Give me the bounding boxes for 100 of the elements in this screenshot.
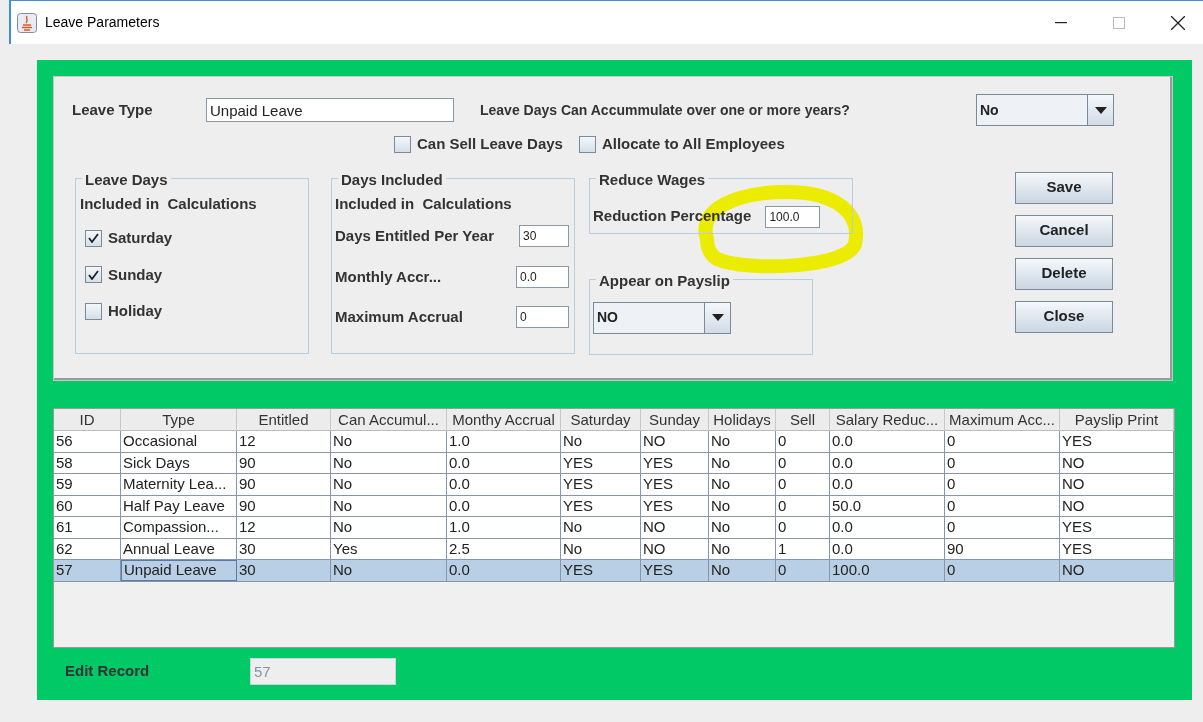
table-cell: YES bbox=[561, 495, 641, 516]
table-cell: 0 bbox=[776, 452, 830, 473]
table-cell: NO bbox=[1060, 495, 1174, 516]
input-field[interactable]: 100.0 bbox=[765, 205, 821, 228]
table-cell: YES bbox=[561, 452, 641, 473]
table-row[interactable]: 60 Half Pay Leave 90 No 0.0 YES YES No 0 50.0 0 NO bbox=[54, 495, 1174, 517]
table-cell: 0 bbox=[776, 517, 830, 538]
table-cell: YES bbox=[641, 560, 709, 581]
table-cell: YES bbox=[641, 452, 709, 473]
table-cell: 0 bbox=[945, 560, 1060, 581]
table-cell: No bbox=[709, 474, 776, 495]
input-field[interactable]: Unpaid Leave bbox=[206, 98, 454, 122]
table-cell: NO bbox=[641, 431, 709, 452]
field-label: Leave Type bbox=[72, 99, 154, 120]
table-cell: No bbox=[331, 474, 447, 495]
action-button[interactable]: Delete bbox=[1015, 257, 1113, 290]
group-subtitle: Included in Calculations bbox=[80, 193, 258, 214]
table-cell: NO bbox=[1060, 560, 1174, 581]
group-subtitle: Included in Calculations bbox=[335, 193, 513, 214]
checkbox[interactable] bbox=[85, 229, 102, 247]
table-cell: 90 bbox=[237, 452, 331, 473]
table-cell: 50.0 bbox=[830, 495, 945, 516]
table-cell: Occasional bbox=[121, 431, 237, 452]
table-cell: Sick Days bbox=[121, 452, 237, 473]
dropdown[interactable]: NO bbox=[593, 301, 731, 334]
table-cell: YES bbox=[641, 495, 709, 516]
table-cell: YES bbox=[561, 560, 641, 581]
table-cell: Maternity Lea... bbox=[121, 474, 237, 495]
check-icon bbox=[88, 233, 99, 244]
table-cell: Unpaid Leave bbox=[121, 560, 237, 581]
table-cell: 0 bbox=[945, 517, 1060, 538]
table-cell: No bbox=[709, 431, 776, 452]
table-row[interactable]: 56 Occasional 12 No 1.0 No NO No 0 0.0 0 YES bbox=[54, 431, 1174, 453]
group-title: Appear on Payslip bbox=[596, 269, 733, 292]
table-cell: 0.0 bbox=[447, 452, 561, 473]
dropdown-value: No bbox=[979, 100, 1000, 120]
checkbox-label: Sunday bbox=[108, 264, 163, 285]
table-cell: No bbox=[561, 538, 641, 559]
dropdown-arrow-button[interactable] bbox=[1087, 95, 1113, 125]
dropdown[interactable]: No bbox=[976, 94, 1114, 126]
table-cell: 12 bbox=[237, 517, 331, 538]
checkbox-label: Saturday bbox=[108, 228, 173, 248]
table-row[interactable]: 61 Compassion... 12 No 1.0 No NO No 0 0.0 0 YES bbox=[54, 517, 1174, 539]
table-cell: 0 bbox=[945, 495, 1060, 516]
table-cell: 0 bbox=[776, 495, 830, 516]
checkbox[interactable] bbox=[394, 135, 411, 153]
table-cell: 56 bbox=[54, 431, 121, 452]
field-label: Days Entitled Per Year bbox=[335, 226, 494, 246]
input-field[interactable]: 30 bbox=[519, 225, 569, 248]
table-cell: 0.0 bbox=[830, 474, 945, 495]
checkbox[interactable] bbox=[85, 266, 102, 284]
table-cell: No bbox=[709, 452, 776, 473]
table-cell: 0.0 bbox=[830, 517, 945, 538]
minimize-icon[interactable] bbox=[1055, 21, 1067, 24]
table-cell: No bbox=[331, 517, 447, 538]
table-cell: No bbox=[709, 560, 776, 581]
table-cell: 90 bbox=[237, 495, 331, 516]
input-field[interactable]: 0.0 bbox=[516, 265, 569, 288]
checkbox-label: Holiday bbox=[108, 301, 163, 321]
table-cell: Half Pay Leave bbox=[121, 495, 237, 516]
table-cell: No bbox=[709, 517, 776, 538]
action-button[interactable]: Cancel bbox=[1015, 214, 1113, 247]
coffee-cup-icon bbox=[17, 12, 37, 33]
input-field[interactable]: 0 bbox=[516, 306, 569, 329]
table-cell: No bbox=[709, 538, 776, 559]
checkbox[interactable] bbox=[85, 302, 102, 320]
table-row[interactable]: 58 Sick Days 90 No 0.0 YES YES No 0 0.0 0 NO bbox=[54, 452, 1174, 474]
table-cell: 100.0 bbox=[830, 560, 945, 581]
checkbox[interactable] bbox=[578, 135, 596, 153]
table-cell: 2.5 bbox=[447, 538, 561, 559]
action-button[interactable]: Save bbox=[1015, 171, 1113, 204]
table-cell: NO bbox=[641, 517, 709, 538]
table-cell: YES bbox=[1060, 517, 1174, 538]
table-cell: No bbox=[561, 517, 641, 538]
table-cell: 0 bbox=[945, 474, 1060, 495]
table-row[interactable]: 62 Annual Leave 30 Yes 2.5 No NO No 1 0.0 90 YES bbox=[54, 538, 1174, 560]
table-cell: 57 bbox=[54, 560, 121, 581]
table-cell: YES bbox=[1060, 431, 1174, 452]
field-label: Edit Record bbox=[65, 661, 151, 682]
table-cell: YES bbox=[561, 474, 641, 495]
table-cell: NO bbox=[1060, 474, 1174, 495]
table-cell: NO bbox=[641, 538, 709, 559]
table-row[interactable]: 59 Maternity Lea... 90 No 0.0 YES YES No 0 0.0 0 NO bbox=[54, 474, 1174, 496]
dropdown-arrow-button[interactable] bbox=[704, 302, 730, 333]
table-cell: Yes bbox=[331, 538, 447, 559]
check-icon bbox=[88, 269, 99, 280]
table-cell: 0.0 bbox=[447, 474, 561, 495]
table-cell: 0.0 bbox=[447, 560, 561, 581]
table-cell: 30 bbox=[237, 538, 331, 559]
checkbox-label: Allocate to All Employees bbox=[601, 134, 785, 154]
table-cell: No bbox=[331, 452, 447, 473]
table-row[interactable]: 57 Unpaid Leave 30 No 0.0 YES YES No 0 100.0 0 NO bbox=[54, 560, 1174, 582]
table-cell: 0 bbox=[776, 474, 830, 495]
close-icon[interactable] bbox=[1171, 15, 1185, 30]
table-cell: 61 bbox=[54, 517, 121, 538]
table-cell: Compassion... bbox=[121, 517, 237, 538]
table-cell: 0 bbox=[776, 560, 830, 581]
table-cell: 90 bbox=[237, 474, 331, 495]
action-button[interactable]: Close bbox=[1015, 300, 1113, 333]
checkbox-label: Can Sell Leave Days bbox=[417, 134, 563, 154]
